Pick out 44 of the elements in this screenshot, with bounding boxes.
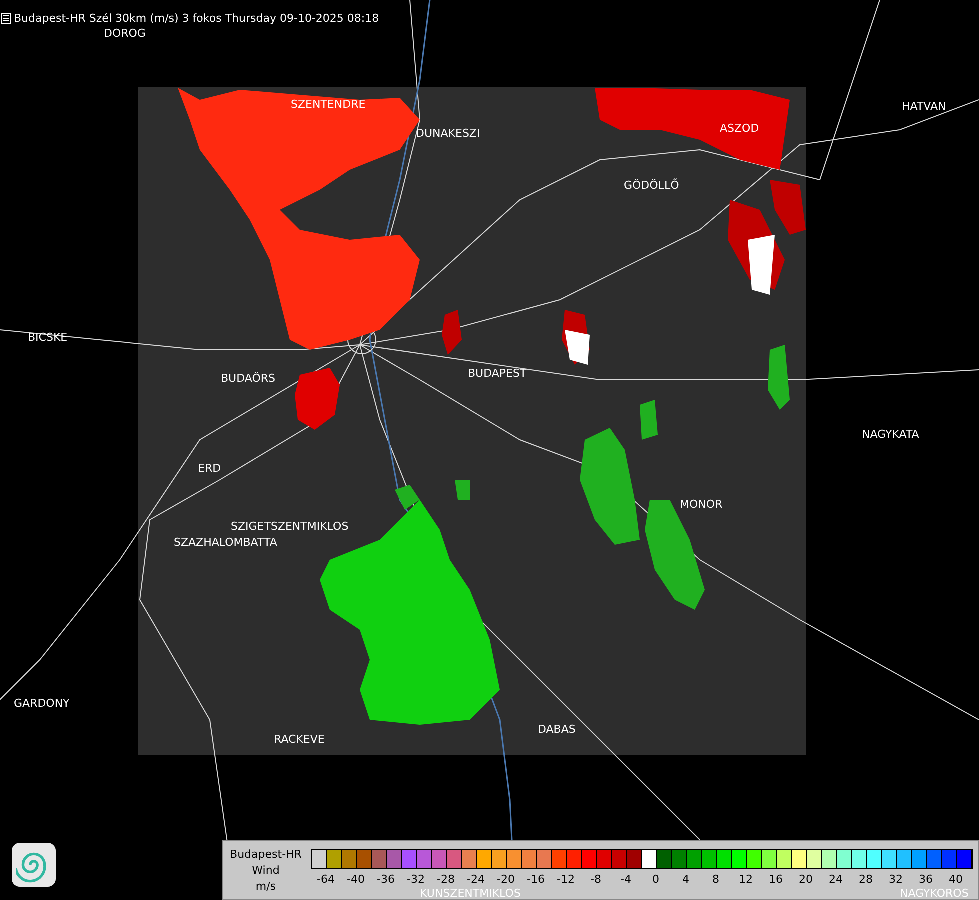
scale-label: -32 [406, 873, 426, 886]
scale-label: -12 [556, 873, 576, 886]
legend-caption: Wind [252, 863, 280, 879]
scale-label: 40 [948, 873, 964, 886]
city-label: SZIGETSZENTMIKLOS [231, 520, 349, 533]
scale-label: 20 [798, 873, 814, 886]
scale-label: -20 [496, 873, 516, 886]
scale-label: 32 [888, 873, 904, 886]
city-label: DOROG [104, 27, 146, 40]
city-label: GARDONY [14, 697, 70, 710]
scale-label: 0 [652, 873, 660, 886]
city-label: BUDAÖRS [221, 372, 276, 385]
scale-label: 4 [682, 873, 690, 886]
city-label: BICSKE [28, 331, 68, 344]
scale-label: -40 [346, 873, 366, 886]
scale-label: 12 [738, 873, 754, 886]
legend-caption: Budapest-HR [230, 847, 302, 863]
scale-label: -16 [526, 873, 546, 886]
scale-label: -36 [376, 873, 396, 886]
city-label: ASZOD [720, 122, 760, 135]
city-label: BUDAPEST [468, 367, 527, 380]
city-label: DABAS [538, 723, 576, 736]
scale-label: 16 [768, 873, 784, 886]
scale-label: 24 [828, 873, 844, 886]
scale-label: 36 [918, 873, 934, 886]
city-label: MONOR [680, 498, 723, 511]
scale-label: -24 [466, 873, 486, 886]
legend-caption: m/s [256, 879, 276, 895]
city-label: HATVAN [902, 100, 946, 113]
map-title: Budapest-HR Szél 30km (m/s) 3 fokos Thursday 09-10-2025 08:18 [14, 12, 380, 25]
scale-label: -64 [316, 873, 336, 886]
scale-label: -8 [590, 873, 602, 886]
scale-label: -4 [620, 873, 632, 886]
scale-label: 8 [712, 873, 720, 886]
scale-label: -28 [436, 873, 456, 886]
city-label: RACKEVE [274, 733, 325, 746]
city-label: SZENTENDRE [291, 98, 366, 111]
city-label: NAGYKATA [862, 428, 920, 441]
city-label: GÖDÖLLŐ [624, 179, 680, 192]
city-label: ERD [198, 462, 222, 475]
city-label: DUNAKESZI [416, 127, 480, 140]
scale-label: 28 [858, 873, 874, 886]
city-label: SZAZHALOMBATTA [174, 536, 278, 549]
document-icon [1, 13, 11, 24]
